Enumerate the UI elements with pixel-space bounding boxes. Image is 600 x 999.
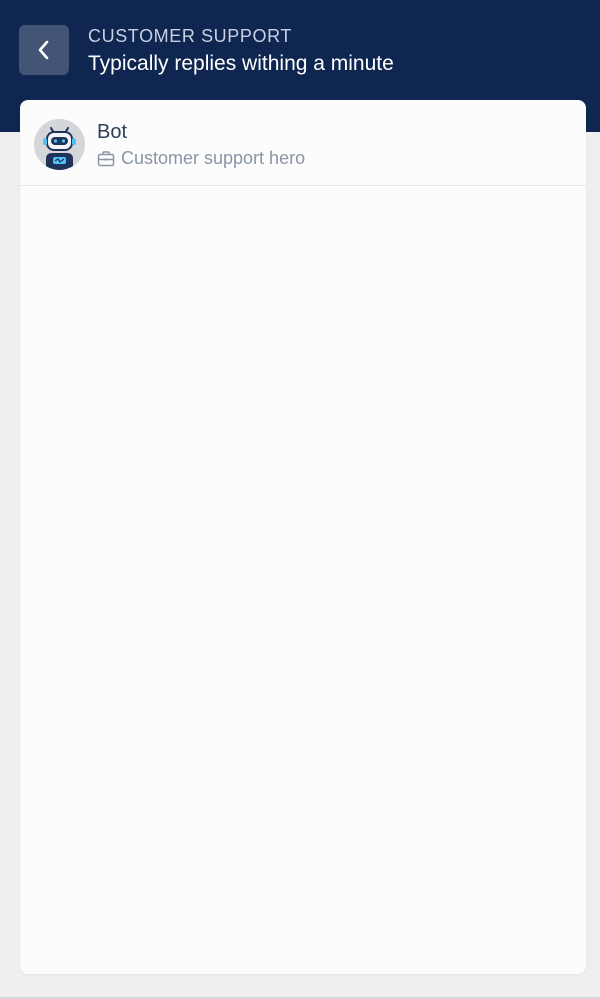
- briefcase-icon: [97, 150, 115, 168]
- header-eyebrow: CUSTOMER SUPPORT: [88, 26, 292, 46]
- robot-icon: [34, 119, 85, 170]
- header-title: Typically replies withing a minute: [88, 52, 394, 75]
- agent-role: Customer support hero: [97, 148, 305, 169]
- agent-info: Bot Customer support hero: [20, 100, 586, 186]
- chat-panel: Bot Customer support hero: [20, 100, 586, 974]
- agent-name: Bot: [97, 121, 128, 143]
- message-list[interactable]: [20, 187, 586, 974]
- avatar: [34, 119, 85, 170]
- back-button[interactable]: [19, 25, 69, 75]
- agent-role-label: Customer support hero: [121, 148, 306, 168]
- chevron-left-icon: [35, 39, 53, 61]
